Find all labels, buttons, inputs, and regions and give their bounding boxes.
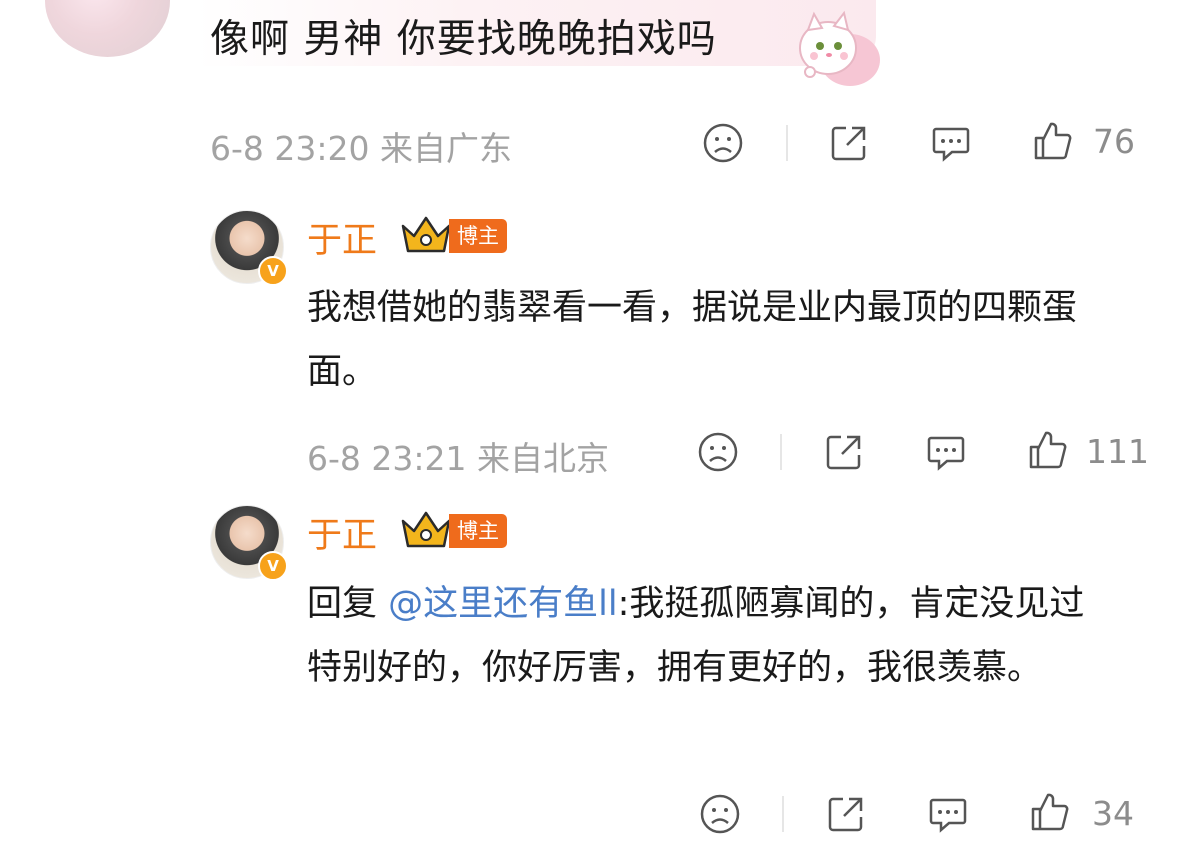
thumbs-up-icon[interactable] — [1032, 120, 1074, 162]
share-icon[interactable] — [825, 793, 867, 835]
comment-location: 来自广东 — [380, 129, 512, 168]
share-icon[interactable] — [823, 431, 865, 473]
comment-icon[interactable] — [925, 431, 967, 473]
action-divider — [782, 796, 784, 832]
mention-link[interactable]: @这里还有鱼ll — [388, 584, 617, 624]
share-icon[interactable] — [828, 122, 870, 164]
reply-prefix: 回复 — [307, 584, 378, 624]
reply-time: 6-8 23:21 — [307, 439, 467, 478]
thumbs-up-icon[interactable] — [1027, 429, 1069, 471]
crown-icon — [400, 509, 452, 549]
like-count: 76 — [1093, 122, 1135, 161]
like-count: 34 — [1092, 794, 1134, 833]
reply-text: 我想借她的翡翠看一看，据说是业内最顶的四颗蛋面。 — [307, 288, 1078, 392]
verified-badge: V — [258, 256, 288, 286]
comment-icon[interactable] — [927, 793, 969, 835]
blogger-badge: 博主 — [449, 219, 507, 253]
sad-face-icon[interactable] — [699, 793, 741, 835]
username[interactable]: 于正 — [307, 212, 377, 263]
verified-badge: V — [258, 551, 288, 581]
crown-icon — [400, 214, 452, 254]
cat-sticker-icon — [780, 10, 885, 90]
sad-face-icon[interactable] — [697, 431, 739, 473]
sad-face-icon[interactable] — [702, 122, 744, 164]
like-count: 111 — [1086, 432, 1149, 471]
reply-location: 来自北京 — [477, 439, 609, 478]
username[interactable]: 于正 — [307, 507, 377, 558]
reply-text: 回复 @这里还有鱼ll:我挺孤陋寡闻的，肯定没见过特别好的，你好厉害，拥有更好的… — [307, 572, 1117, 700]
comment-timestamp: 6-8 23:20 来自广东 — [210, 122, 512, 170]
commenter-avatar[interactable] — [45, 0, 170, 57]
reply-timestamp: 6-8 23:21 来自北京 — [307, 432, 609, 480]
thumbs-up-icon[interactable] — [1029, 791, 1071, 833]
comment-text: 像啊 男神 你要找晚晚拍戏吗 — [210, 17, 717, 62]
action-divider — [786, 125, 788, 161]
blogger-badge: 博主 — [449, 514, 507, 548]
comment-time: 6-8 23:20 — [210, 129, 370, 168]
comment-icon[interactable] — [930, 122, 972, 164]
action-divider — [780, 434, 782, 470]
